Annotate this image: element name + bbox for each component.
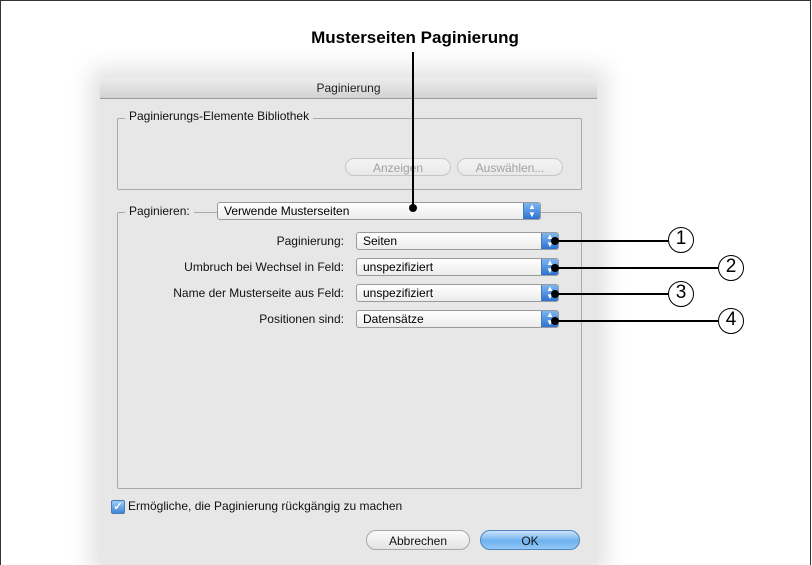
positions-popup[interactable]: Datensätze ▲ ▼ [356,310,559,328]
pagination-popup-value: Seiten [363,234,398,248]
paginate-popup-value: Verwende Musterseiten [224,204,350,218]
dialog-title: Paginierung [100,78,597,99]
callout-number-4: 4 [718,308,744,334]
library-group [117,118,582,190]
callout-line-2 [556,267,718,269]
choose-button[interactable]: Auswählen... [457,158,563,176]
callout-dot-1 [551,237,559,245]
callout-dot-2 [551,264,559,272]
callout-dot-paginate [409,204,417,212]
paginate-popup[interactable]: Verwende Musterseiten ▲ ▼ [217,202,541,220]
row-label-pagination: Paginierung: [276,234,344,248]
break-field-popup-value: unspezifiziert [363,260,434,274]
callout-line-vertical [412,52,414,208]
callout-line-3 [556,293,668,295]
callout-title: Musterseiten Paginierung [311,28,519,47]
ok-button[interactable]: OK [480,530,580,550]
row-label-master-page-name: Name der Musterseite aus Feld: [173,286,344,300]
cancel-button[interactable]: Abbrechen [366,530,470,550]
callout-dot-3 [551,290,559,298]
paginate-legend: Paginieren: [125,204,194,218]
show-button[interactable]: Anzeigen [345,158,451,176]
paginate-group [117,212,582,489]
callout-number-1: 1 [668,227,694,253]
frame-top-border [0,0,811,1]
master-page-field-popup[interactable]: unspezifiziert ▲ ▼ [356,284,559,302]
library-legend: Paginierungs-Elemente Bibliothek [125,109,314,123]
positions-popup-value: Datensätze [363,312,424,326]
frame-right-border [810,0,811,565]
callout-number-3: 3 [668,281,694,307]
row-label-break-on-field: Umbruch bei Wechsel in Feld: [184,260,344,274]
row-label-positions: Positionen sind: [259,312,344,326]
popup-arrows-icon: ▲ ▼ [523,203,540,219]
break-field-popup[interactable]: unspezifiziert ▲ ▼ [356,258,559,276]
pagination-dialog: Paginierung Paginierungs-Elemente Biblio… [100,78,597,565]
frame-left-border [0,0,1,565]
undo-checkbox-label: Ermögliche, die Paginierung rückgängig z… [128,499,403,513]
pagination-popup[interactable]: Seiten ▲ ▼ [356,232,559,250]
callout-number-2: 2 [718,255,744,281]
master-page-field-popup-value: unspezifiziert [363,286,434,300]
undo-checkbox[interactable]: ✓ [111,500,125,514]
callout-line-4 [556,320,718,322]
callout-dot-4 [551,317,559,325]
callout-line-1 [556,240,668,242]
